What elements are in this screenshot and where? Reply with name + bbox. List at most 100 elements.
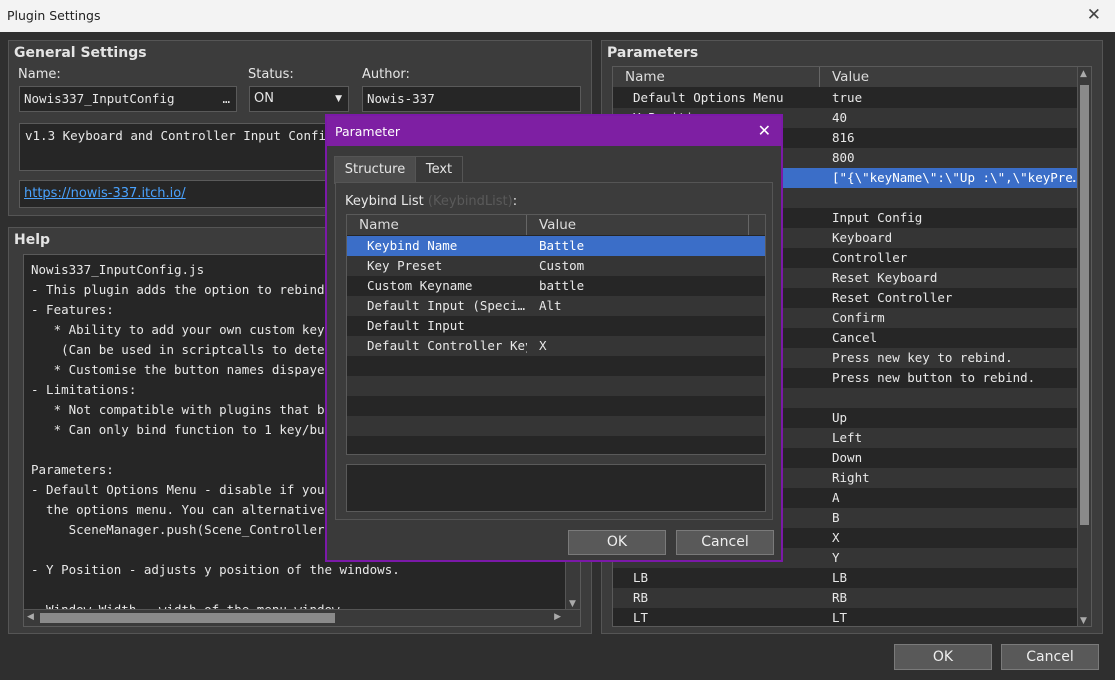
chevron-right-icon[interactable]: ▶ (554, 612, 561, 622)
parameter-name: RB (633, 590, 649, 605)
keybind-row[interactable]: Keybind Name Battle (347, 236, 765, 256)
keybind-list-colon: : (512, 194, 518, 209)
window-titlebar: Plugin Settings ✕ (0, 0, 1115, 32)
chevron-down-icon[interactable]: ▼ (569, 599, 576, 609)
parameter-value: Keyboard (832, 230, 893, 245)
column-divider (526, 215, 527, 235)
keybind-list-type: (KeybindList) (427, 194, 513, 209)
name-field[interactable]: Nowis337_InputConfig … (19, 86, 237, 112)
keybind-field-value: Custom (539, 258, 585, 273)
parameter-value: Right (832, 470, 870, 485)
keybind-row[interactable]: Default Controller Key X (347, 336, 765, 356)
parameters-scroll-thumb[interactable] (1080, 85, 1089, 525)
parameter-value: Press new button to rebind. (832, 370, 1036, 385)
parameter-value: X (832, 530, 840, 545)
parameter-value: RB (832, 590, 848, 605)
parameter-name: LB (633, 570, 649, 585)
parameter-value: Y (832, 550, 840, 565)
parameter-dialog: Parameter ✕ Structure Text Keybind List … (325, 114, 783, 562)
keybind-col-name-header[interactable]: Name (359, 217, 399, 233)
keybind-field-name: Keybind Name (367, 238, 458, 253)
parameter-row[interactable]: Default Options Menu true (613, 88, 1079, 108)
plugin-url-link[interactable]: https://nowis-337.itch.io/ (24, 186, 186, 201)
keybind-field-name: Default Controller Key (367, 338, 527, 353)
parameters-vertical-scrollbar[interactable]: ▲ ▼ (1077, 67, 1091, 626)
general-settings-title: General Settings (14, 45, 147, 61)
parameter-value: 800 (832, 150, 855, 165)
parameter-value: A (832, 490, 840, 505)
keybind-field-name: Default Input (367, 318, 465, 333)
parameters-table-header: Name Value (613, 67, 1079, 87)
parameter-value: Cancel (832, 330, 878, 345)
keybind-table[interactable]: Name Value Keybind Name Battle Key Preset C… (346, 214, 766, 455)
help-line: - Y Position - adjusts y position of the… (31, 562, 400, 577)
keybind-row[interactable]: Custom Keyname battle (347, 276, 765, 296)
chevron-down-icon: ▼ (335, 94, 342, 104)
name-browse-button[interactable]: … (222, 87, 230, 111)
name-value: Nowis337_InputConfig (24, 91, 175, 106)
empty-row[interactable] (347, 416, 765, 436)
close-icon[interactable]: ✕ (1087, 5, 1101, 25)
column-divider (748, 215, 749, 235)
empty-row[interactable] (347, 356, 765, 376)
ok-button[interactable]: OK (894, 644, 992, 670)
tab-structure[interactable]: Structure (334, 156, 416, 184)
author-field[interactable]: Nowis-337 (362, 86, 581, 112)
keybind-list-label: Keybind List (KeybindList): (345, 194, 517, 209)
parameter-row[interactable]: RB RB (613, 588, 1079, 608)
tab-text[interactable]: Text (415, 156, 463, 184)
parameter-value: Down (832, 450, 863, 465)
keybind-field-name: Custom Keyname (367, 278, 473, 293)
keybind-rows: Keybind Name Battle Key Preset Custom Custom… (347, 236, 765, 454)
keybind-list-label-text: Keybind List (345, 194, 424, 209)
parameter-value: Up (832, 410, 848, 425)
description-text: v1.3 Keyboard and Controller Input Confi… (25, 128, 334, 143)
parameter-value: Press new key to rebind. (832, 350, 1013, 365)
parameter-value: ["{\"keyName\":\"Up :\",\"keyPre… (832, 170, 1076, 185)
chevron-up-icon[interactable]: ▲ (1080, 69, 1087, 79)
close-icon[interactable]: ✕ (758, 121, 771, 140)
parameter-name: LT (633, 610, 649, 625)
keybind-col-value-header[interactable]: Value (539, 217, 576, 233)
param-col-value-header[interactable]: Value (832, 69, 869, 85)
keybind-table-header: Name Value (347, 215, 765, 235)
status-value: ON (254, 91, 274, 106)
keybind-field-name: Default Input (Speci… (367, 298, 526, 313)
cancel-button[interactable]: Cancel (1001, 644, 1099, 670)
keybind-row[interactable]: Key Preset Custom (347, 256, 765, 276)
parameter-value: Reset Controller (832, 290, 953, 305)
parameter-description-box (346, 464, 766, 512)
empty-row[interactable] (347, 396, 765, 416)
parameter-value: LT (832, 610, 848, 625)
help-horizontal-scrollbar[interactable]: ◀ ▶ (24, 609, 580, 626)
structure-panel: Keybind List (KeybindList): Name Value K… (335, 182, 773, 520)
keybind-field-value: Battle (539, 238, 585, 253)
status-label: Status: (248, 67, 294, 82)
parameter-value: Left (832, 430, 863, 445)
chevron-left-icon[interactable]: ◀ (27, 612, 34, 622)
empty-row[interactable] (347, 436, 765, 454)
parameters-title: Parameters (607, 45, 699, 61)
help-horizontal-scroll-thumb[interactable] (40, 613, 335, 623)
keybind-row[interactable]: Default Input (347, 316, 765, 336)
window-title: Plugin Settings (7, 8, 101, 23)
chevron-down-icon[interactable]: ▼ (1080, 616, 1087, 626)
keybind-field-value: battle (539, 278, 585, 293)
parameter-row[interactable]: LT LT (613, 608, 1079, 626)
parameter-dialog-title: Parameter (335, 124, 401, 139)
parameter-value: Input Config (832, 210, 923, 225)
help-line (31, 580, 400, 600)
dialog-cancel-button[interactable]: Cancel (676, 530, 774, 555)
parameter-value: 816 (832, 130, 855, 145)
parameter-value: Confirm (832, 310, 885, 325)
param-col-name-header[interactable]: Name (625, 69, 665, 85)
parameter-value: LB (832, 570, 848, 585)
parameter-row[interactable]: LB LB (613, 568, 1079, 588)
status-select[interactable]: ON ▼ (249, 86, 349, 112)
keybind-field-value: X (539, 338, 547, 353)
parameter-dialog-titlebar: Parameter ✕ (327, 116, 781, 146)
empty-row[interactable] (347, 376, 765, 396)
keybind-row[interactable]: Default Input (Speci… Alt (347, 296, 765, 316)
parameter-name: Default Options Menu (633, 90, 784, 105)
dialog-ok-button[interactable]: OK (568, 530, 666, 555)
